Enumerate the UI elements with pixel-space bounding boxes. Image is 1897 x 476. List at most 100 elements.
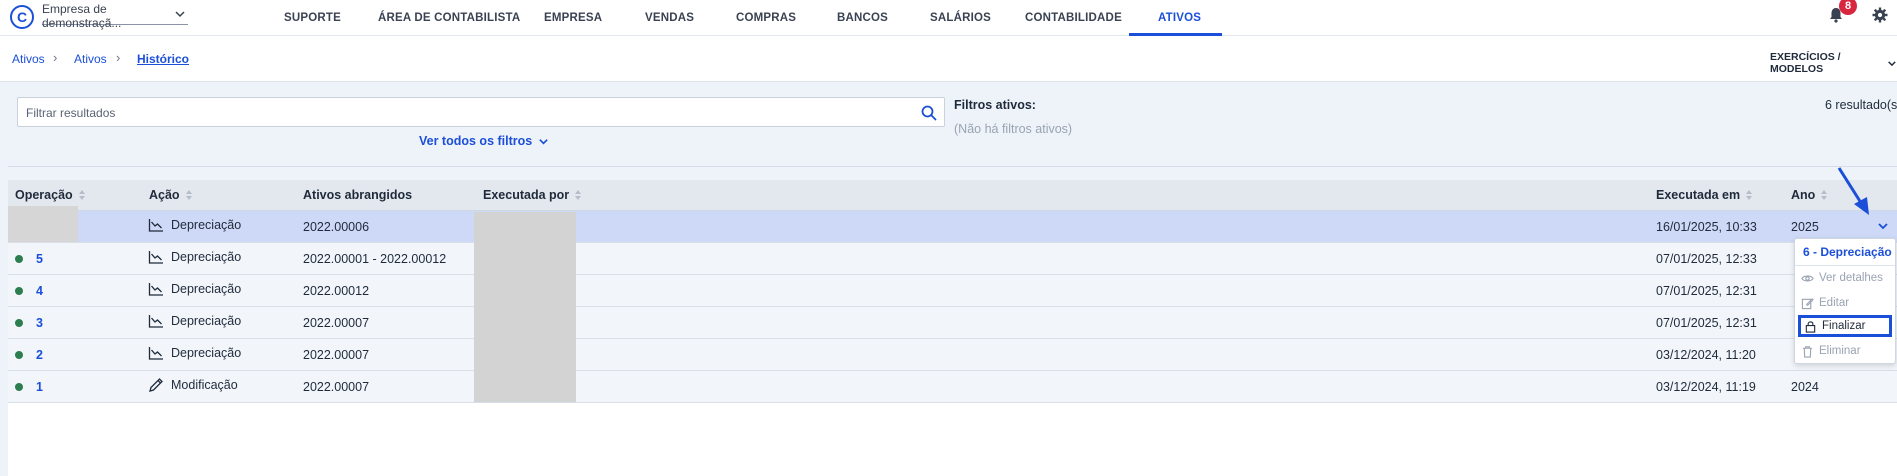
divider <box>8 166 1897 167</box>
status-dot <box>15 255 23 263</box>
exercicios-modelos-menu[interactable]: EXERCÍCIOS / MODELOS <box>1770 51 1897 75</box>
pencil-icon <box>149 378 163 392</box>
divider <box>1795 265 1895 266</box>
breadcrumb-ativos-root[interactable]: Ativos <box>12 52 45 66</box>
redacted-area <box>474 212 576 402</box>
column-acao[interactable]: Ação <box>149 188 193 202</box>
company-selector[interactable]: Empresa de demonstraçã... <box>42 2 188 30</box>
column-executada-por[interactable]: Executada por <box>483 188 582 202</box>
breadcrumb: Ativos › Ativos › Histórico EXERCÍCIOS /… <box>0 38 1897 82</box>
nav-compras[interactable]: COMPRAS <box>736 0 796 36</box>
nav-bancos[interactable]: BANCOS <box>837 0 888 36</box>
action-cell: Depreciação <box>148 345 241 361</box>
search-input[interactable] <box>26 104 906 122</box>
nav-suporte[interactable]: SUPORTE <box>284 0 341 36</box>
action-cell: Depreciação <box>148 313 241 329</box>
operation-link[interactable]: 4 <box>36 284 43 298</box>
nav-empresa[interactable]: EMPRESA <box>544 0 602 36</box>
gear-icon[interactable] <box>1871 6 1889 24</box>
operation-link[interactable]: 2 <box>36 348 43 362</box>
depreciation-chart-icon <box>148 347 163 360</box>
action-cell: Depreciação <box>148 281 241 297</box>
eye-icon <box>1801 275 1814 281</box>
depreciation-chart-icon <box>148 251 163 264</box>
year-cell: 2025 <box>1791 220 1819 234</box>
no-active-filters-text: (Não há filtros ativos) <box>954 122 1073 136</box>
results-count: 6 resultado(s <box>1825 98 1897 112</box>
breadcrumb-separator: › <box>53 50 58 65</box>
menu-item-eliminar[interactable]: Eliminar <box>1801 341 1891 361</box>
status-dot <box>15 319 23 327</box>
column-operacao[interactable]: Operação <box>15 188 86 202</box>
executed-at-cell: 03/12/2024, 11:20 <box>1656 348 1756 362</box>
status-dot <box>15 351 23 359</box>
nav-area-contabilista[interactable]: ÁREA DE CONTABILISTA <box>378 0 520 36</box>
sort-icon <box>185 189 193 201</box>
breadcrumb-historico[interactable]: Histórico <box>137 52 189 66</box>
menu-item-ver-detalhes[interactable]: Ver detalhes <box>1801 268 1891 288</box>
table-row[interactable]: 5 Depreciação 2022.00001 - 2022.00012 07… <box>8 243 1897 275</box>
depreciation-chart-icon <box>148 219 163 232</box>
search-icon[interactable] <box>920 104 938 122</box>
breadcrumb-separator: › <box>116 50 121 65</box>
chevron-down-icon <box>539 138 548 145</box>
executed-at-cell: 16/01/2025, 10:33 <box>1656 220 1757 234</box>
top-navigation: C Empresa de demonstraçã... SUPORTE ÁREA… <box>0 0 1897 36</box>
action-cell: Modificação <box>148 377 238 393</box>
table-row[interactable]: 1 Modificação 2022.00007 03/12/2024, 11:… <box>8 371 1897 403</box>
assets-cell: 2022.00001 - 2022.00012 <box>303 252 447 266</box>
see-all-filters-button[interactable]: Ver todos os filtros <box>419 134 549 148</box>
sort-icon <box>1821 189 1828 201</box>
nav-vendas[interactable]: VENDAS <box>645 0 694 36</box>
active-tab-indicator <box>1129 33 1222 36</box>
sort-icon <box>1746 189 1753 201</box>
row-actions-toggle[interactable] <box>1873 216 1893 236</box>
year-cell: 2024 <box>1791 380 1819 394</box>
table-row[interactable]: 2 Depreciação 2022.00007 03/12/2024, 11:… <box>8 339 1897 371</box>
chevron-down-icon <box>1888 60 1896 66</box>
column-executada-em[interactable]: Executada em <box>1656 188 1753 202</box>
assets-cell: 2022.00007 <box>303 316 370 330</box>
assets-cell: 2022.00012 <box>303 284 370 298</box>
status-dot <box>15 287 23 295</box>
operation-link[interactable]: 3 <box>36 316 43 330</box>
operation-link[interactable]: 1 <box>36 380 43 394</box>
nav-ativos[interactable]: ATIVOS <box>1158 0 1201 36</box>
assets-cell: 2022.00007 <box>303 380 370 394</box>
table-header: Operação Ação Ativos abrangidos Executad… <box>8 180 1897 211</box>
menu-item-finalizar[interactable]: Finalizar <box>1798 315 1892 337</box>
table-row[interactable]: 3 Depreciação 2022.00007 07/01/2025, 12:… <box>8 307 1897 339</box>
column-ativos-abrangidos: Ativos abrangidos <box>303 188 413 202</box>
lock-icon <box>1805 320 1816 333</box>
executed-at-cell: 07/01/2025, 12:31 <box>1656 316 1757 330</box>
executed-at-cell: 03/12/2024, 11:19 <box>1656 380 1756 394</box>
sort-icon <box>78 189 86 201</box>
notification-badge: 8 <box>1839 0 1857 15</box>
action-cell: Depreciação <box>148 249 241 265</box>
table-row[interactable]: 4 Depreciação 2022.00012 07/01/2025, 12:… <box>8 275 1897 307</box>
menu-title: 6 - Depreciação <box>1803 245 1892 259</box>
edit-icon <box>1801 297 1814 309</box>
sort-icon <box>575 189 582 201</box>
nav-salarios[interactable]: SALÁRIOS <box>930 0 991 36</box>
depreciation-chart-icon <box>148 315 163 328</box>
company-name: Empresa de demonstraçã... <box>42 1 122 30</box>
active-filters-label: Filtros ativos: <box>954 98 1036 112</box>
search-box <box>17 97 945 127</box>
chevron-down-icon <box>1878 223 1888 230</box>
operation-link[interactable]: 5 <box>36 252 43 266</box>
app-logo[interactable]: C <box>10 5 34 29</box>
depreciation-chart-icon <box>148 283 163 296</box>
assets-cell: 2022.00007 <box>303 348 370 362</box>
history-table: Operação Ação Ativos abrangidos Executad… <box>8 180 1897 476</box>
chevron-down-icon <box>175 11 185 18</box>
table-row[interactable]: Depreciação 2022.00006 16/01/2025, 10:33… <box>8 211 1897 243</box>
executed-at-cell: 07/01/2025, 12:33 <box>1656 252 1757 266</box>
column-ano[interactable]: Ano <box>1791 188 1828 202</box>
menu-item-editar[interactable]: Editar <box>1801 293 1891 313</box>
see-all-filters-label: Ver todos os filtros <box>419 134 533 148</box>
redacted-area <box>8 206 78 242</box>
nav-contabilidade[interactable]: CONTABILIDADE <box>1025 0 1122 36</box>
annotation-arrow-icon <box>1837 167 1869 215</box>
breadcrumb-ativos[interactable]: Ativos <box>74 52 107 66</box>
